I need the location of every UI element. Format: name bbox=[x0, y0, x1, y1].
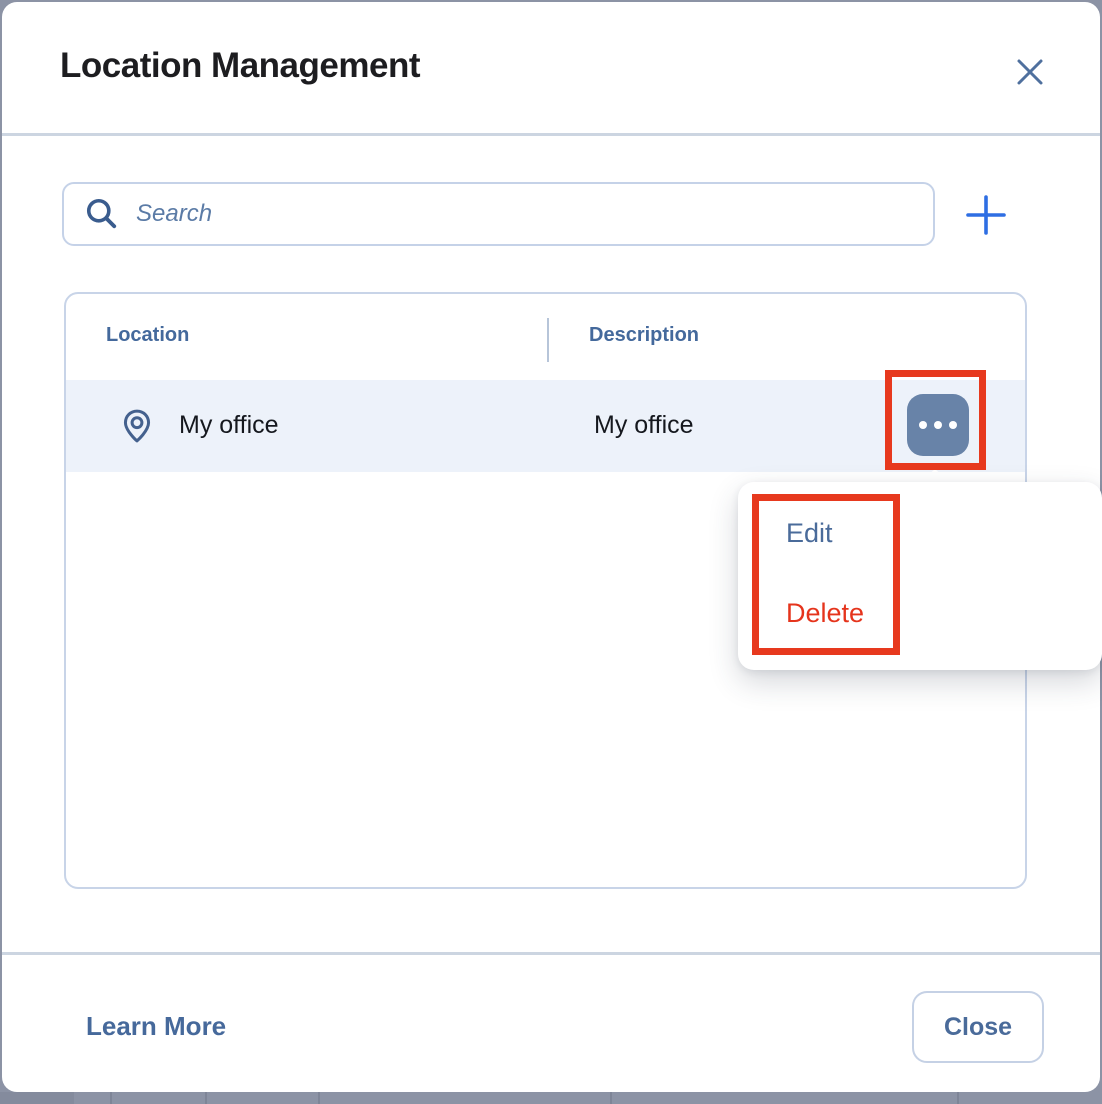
backdrop-table-line bbox=[957, 1092, 959, 1104]
header-divider bbox=[2, 133, 1100, 136]
close-x-button[interactable] bbox=[1008, 50, 1052, 94]
ellipsis-icon bbox=[919, 421, 927, 429]
backdrop-table-line bbox=[610, 1092, 612, 1104]
context-menu bbox=[738, 482, 1102, 670]
x-icon bbox=[1013, 55, 1047, 89]
footer-divider bbox=[2, 952, 1100, 955]
backdrop-table-fragment bbox=[0, 1092, 74, 1104]
search-icon bbox=[84, 196, 120, 232]
learn-more-link[interactable]: Learn More bbox=[86, 1011, 226, 1042]
search-input[interactable] bbox=[134, 183, 917, 245]
backdrop-table-line bbox=[110, 1092, 112, 1104]
backdrop-table-line bbox=[205, 1092, 207, 1104]
plus-icon bbox=[964, 193, 1008, 237]
cell-location-name: My office bbox=[179, 411, 279, 440]
search-field-container bbox=[62, 182, 935, 246]
backdrop-table-line bbox=[318, 1092, 320, 1104]
dialog-title: Location Management bbox=[60, 46, 420, 86]
menu-item-delete[interactable]: Delete bbox=[786, 598, 864, 629]
add-location-button[interactable] bbox=[960, 189, 1012, 241]
menu-item-edit[interactable]: Edit bbox=[786, 518, 833, 549]
table-row: My office My office bbox=[66, 380, 1025, 472]
column-header-location: Location bbox=[106, 324, 189, 347]
cell-location-description: My office bbox=[594, 411, 694, 440]
column-divider bbox=[547, 318, 549, 362]
page-backdrop: Location Management bbox=[0, 0, 1102, 1104]
column-header-description: Description bbox=[589, 324, 699, 347]
close-button[interactable]: Close bbox=[912, 991, 1044, 1063]
more-actions-button[interactable] bbox=[907, 394, 969, 456]
context-menu-caret bbox=[919, 469, 951, 483]
map-pin-icon bbox=[118, 407, 156, 445]
